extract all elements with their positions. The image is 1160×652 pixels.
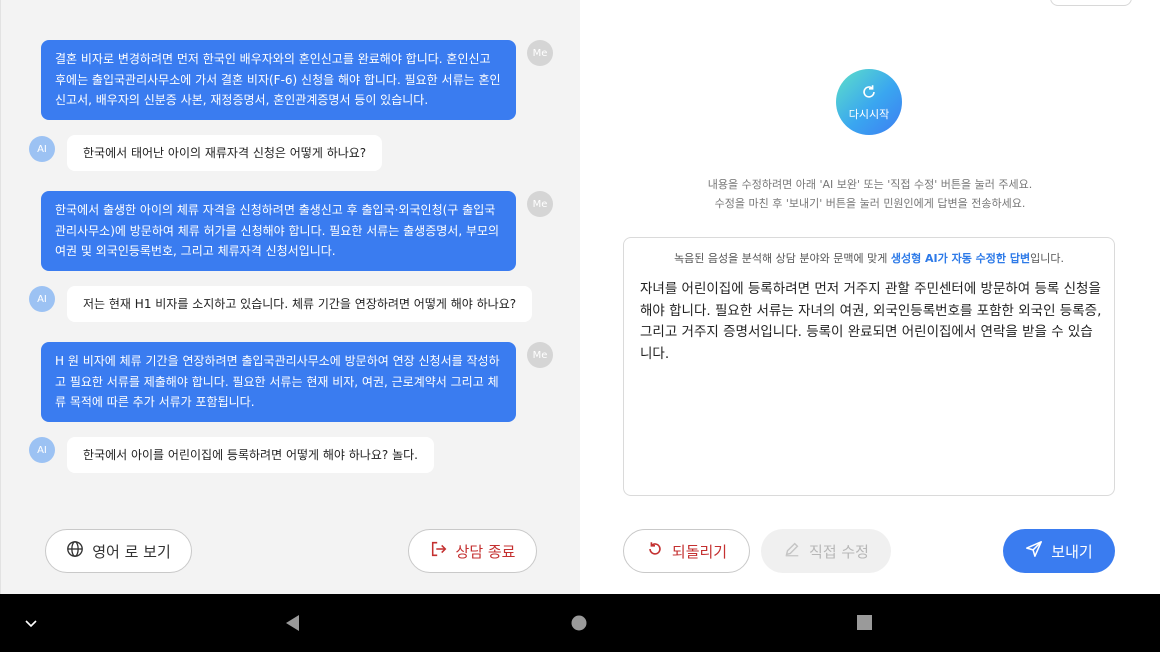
avatar-ai: AI — [29, 136, 55, 162]
app-screen: 결혼 비자로 변경하려면 먼저 한국인 배우자와의 혼인신고를 완료해야 합니다… — [0, 0, 1160, 652]
end-consultation-label: 상담 종료 — [455, 542, 516, 561]
recents-icon[interactable] — [857, 615, 872, 634]
direct-edit-label: 직접 수정 — [809, 542, 869, 561]
answer-editor-panel: 다시시작 내용을 수정하려면 아래 'AI 보완' 또는 '직접 수정' 버튼을… — [580, 0, 1160, 594]
undo-icon — [646, 540, 664, 562]
avatar-ai: AI — [29, 437, 55, 463]
chat-message-ai: 저는 현재 H1 비자를 소지하고 있습니다. 체류 기간을 연장하려면 어떻게… — [67, 286, 533, 322]
chat-panel: 결혼 비자로 변경하려면 먼저 한국인 배우자와의 혼인신고를 완료해야 합니다… — [0, 0, 580, 594]
send-button[interactable]: 보내기 — [1003, 529, 1115, 573]
restart-label: 다시시작 — [848, 107, 890, 121]
chat-message-me: 결혼 비자로 변경하려면 먼저 한국인 배우자와의 혼인신고를 완료해야 합니다… — [41, 40, 516, 120]
globe-icon — [66, 540, 84, 562]
generated-answer-text[interactable]: 자녀를 어린이집에 등록하려면 먼저 거주지 관할 주민센터에 방문하여 등록 … — [640, 279, 1102, 365]
header-text: 녹음된 음성을 분석해 상담 분야와 문맥에 맞게 — [674, 252, 891, 265]
refresh-icon — [860, 83, 878, 104]
avatar-me: Me — [527, 191, 553, 217]
header-highlight: 생성형 AI가 자동 수정한 답변 — [890, 252, 1031, 265]
undo-button[interactable]: 되돌리기 — [623, 529, 750, 573]
chat-message-ai: 한국에서 아이를 어린이집에 등록하려면 어떻게 해야 하나요? 놀다. — [67, 437, 434, 473]
avatar-me: Me — [527, 342, 553, 368]
chat-message-ai: 한국에서 태어난 아이의 재류자격 신청은 어떻게 하나요? — [67, 135, 383, 171]
direct-edit-button[interactable]: 직접 수정 — [761, 529, 891, 573]
answer-panel: 녹음된 음성을 분석해 상담 분야와 문맥에 맞게 생성형 AI가 자동 수정한… — [623, 237, 1115, 496]
view-in-english-button[interactable]: 영어 로 보기 — [45, 529, 192, 573]
home-icon[interactable] — [571, 615, 587, 635]
instruction-text: 내용을 수정하려면 아래 'AI 보완' 또는 '직접 수정' 버튼을 눌러 주… — [580, 175, 1160, 213]
chat-message-me: H 원 비자에 체류 기간을 연장하려면 출입국관리사무소에 방문하여 연장 신… — [41, 342, 516, 422]
pencil-icon — [783, 540, 801, 562]
view-in-english-label: 영어 로 보기 — [92, 542, 171, 561]
header-text: 입니다. — [1030, 252, 1064, 265]
chat-message-me: 한국에서 출생한 아이의 체류 자격을 신청하려면 출생신고 후 출입국·외국인… — [41, 191, 516, 271]
avatar-ai: AI — [29, 286, 55, 312]
back-icon[interactable] — [284, 614, 302, 636]
top-tab[interactable] — [1050, 0, 1132, 6]
undo-label: 되돌리기 — [671, 542, 728, 561]
avatar-me: Me — [527, 40, 553, 66]
instruction-line: 내용을 수정하려면 아래 'AI 보완' 또는 '직접 수정' 버튼을 눌러 주… — [707, 178, 1033, 191]
exit-icon — [430, 540, 448, 562]
send-icon — [1025, 540, 1043, 562]
send-label: 보내기 — [1051, 542, 1093, 561]
answer-panel-header: 녹음된 음성을 분석해 상담 분야와 문맥에 맞게 생성형 AI가 자동 수정한… — [624, 250, 1114, 266]
restart-button[interactable]: 다시시작 — [836, 69, 902, 135]
end-consultation-button[interactable]: 상담 종료 — [408, 529, 537, 573]
chevron-down-icon[interactable] — [24, 616, 38, 635]
system-navigation-bar — [0, 594, 1160, 652]
instruction-line: 수정을 마친 후 '보내기' 버튼을 눌러 민원인에게 답변을 전송하세요. — [714, 197, 1026, 210]
